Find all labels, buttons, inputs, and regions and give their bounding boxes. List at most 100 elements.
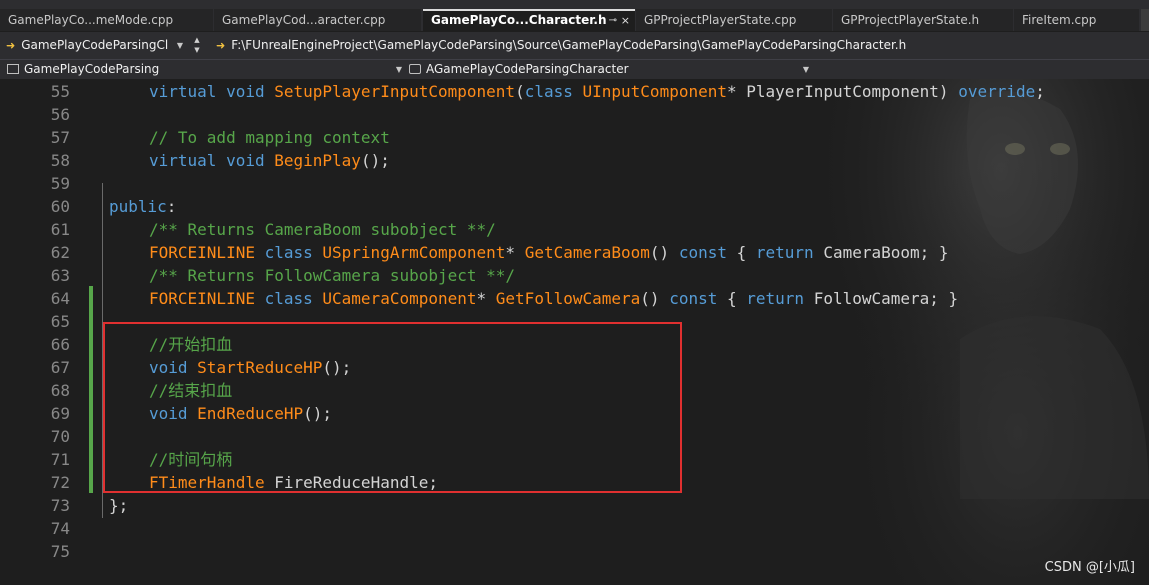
code-token: :: [166, 197, 177, 216]
code-token: ; }: [919, 243, 949, 262]
code-line[interactable]: 64 FORCEINLINE class UCameraComponent* Ge…: [0, 287, 1149, 310]
code-token: virtual: [149, 82, 227, 101]
project-icon: [7, 64, 19, 74]
chevron-down-icon: ▼: [802, 65, 809, 74]
tab-label: GamePlayCod...aracter.cpp: [222, 13, 386, 27]
tab-label: GPProjectPlayerState.h: [841, 13, 980, 27]
code-text: virtual void BeginPlay();: [149, 149, 390, 172]
project-scope-dropdown[interactable]: GamePlayCodeParsing ▼: [7, 60, 402, 79]
line-number: 58: [50, 151, 70, 170]
code-line[interactable]: 60 public:: [0, 195, 1149, 218]
chevron-down-icon: ▼: [395, 65, 402, 74]
arrow-right-icon: ➜: [6, 39, 16, 52]
code-text: /** Returns CameraBoom subobject **/: [149, 218, 496, 241]
code-token: ): [938, 82, 959, 101]
code-line[interactable]: 75: [0, 540, 1149, 563]
line-number: 65: [50, 312, 70, 331]
code-token: void: [226, 151, 275, 170]
code-line[interactable]: 56: [0, 103, 1149, 126]
code-token: return: [755, 243, 824, 262]
code-token: /** Returns CameraBoom subobject **/: [149, 220, 496, 239]
line-number: 57: [50, 128, 70, 147]
code-token: *: [505, 243, 525, 262]
close-icon[interactable]: ×: [621, 11, 630, 30]
file-path-label: F:\FUnrealEngineProject\GamePlayCodePars…: [231, 38, 907, 52]
project-dropdown-label: GamePlayCodeParsingCl: [21, 38, 169, 52]
code-token: USpringArmComponent: [322, 243, 506, 262]
chevron-down-icon: ▼: [176, 41, 183, 50]
line-number: 70: [50, 427, 70, 446]
code-token: CameraBoom: [823, 243, 920, 262]
code-line[interactable]: 58 virtual void BeginPlay();: [0, 149, 1149, 172]
code-line[interactable]: 73};: [0, 494, 1149, 517]
class-icon: [409, 64, 421, 74]
code-token: (: [515, 82, 525, 101]
tab-gamemode-cpp[interactable]: GamePlayCo...meMode.cpp: [0, 9, 213, 31]
code-token: SetupPlayerInputComponent: [274, 82, 516, 101]
code-token: (): [649, 243, 679, 262]
class-scope-dropdown[interactable]: AGamePlayCodeParsingCharacter ▼: [409, 60, 809, 79]
code-editor[interactable]: 55 virtual void SetupPlayerInputComponent…: [0, 79, 1149, 585]
code-line[interactable]: 74: [0, 517, 1149, 540]
navigation-bar: ➜ GamePlayCodeParsingCl ▼ ▲ ▼ ➜ F:\FUnrealE…: [0, 31, 1149, 59]
line-number: 74: [50, 519, 70, 538]
code-line[interactable]: 61 /** Returns CameraBoom subobject **/: [0, 218, 1149, 241]
line-number: 56: [50, 105, 70, 124]
code-text: FORCEINLINE class USpringArmComponent* G…: [149, 241, 949, 264]
line-number: 67: [50, 358, 70, 377]
code-token: (): [640, 289, 670, 308]
code-token: class: [264, 289, 323, 308]
code-text: FORCEINLINE class UCameraComponent* GetF…: [149, 287, 958, 310]
code-token: const: [669, 289, 727, 308]
tab-playerstate-h[interactable]: GPProjectPlayerState.h: [833, 9, 1013, 31]
code-line[interactable]: 59: [0, 172, 1149, 195]
project-scope-label: GamePlayCodeParsing: [24, 62, 160, 76]
code-token: PlayerInputComponent: [746, 82, 939, 101]
tab-playerstate-cpp[interactable]: GPProjectPlayerState.cpp: [636, 9, 832, 31]
code-text: // To add mapping context: [149, 126, 390, 149]
code-token: return: [746, 289, 814, 308]
watermark: CSDN @[小瓜]: [1044, 560, 1135, 575]
code-line[interactable]: 62 FORCEINLINE class USpringArmComponent*…: [0, 241, 1149, 264]
code-token: public: [109, 197, 167, 216]
tab-label: FireItem.cpp: [1022, 13, 1097, 27]
tab-label: GamePlayCo...Character.h: [431, 13, 607, 27]
code-line[interactable]: 63 /** Returns FollowCamera subobject **/: [0, 264, 1149, 287]
line-number: 64: [50, 289, 70, 308]
code-line[interactable]: 57 // To add mapping context: [0, 126, 1149, 149]
spin-arrows-icon[interactable]: ▲ ▼: [191, 35, 203, 56]
code-token: GetFollowCamera: [495, 289, 641, 308]
tab-character-cpp[interactable]: GamePlayCod...aracter.cpp: [214, 9, 421, 31]
tab-character-h[interactable]: GamePlayCo...Character.h ⊸ ×: [423, 9, 635, 31]
arrow-right-icon: ➜: [216, 39, 226, 52]
highlight-box: [103, 322, 682, 493]
code-text: };: [109, 494, 128, 517]
code-token: FollowCamera: [813, 289, 930, 308]
code-token: ;: [1035, 82, 1045, 101]
tab-overflow-button[interactable]: [1141, 9, 1149, 31]
line-number: 66: [50, 335, 70, 354]
code-token: ();: [360, 151, 390, 170]
code-token: {: [736, 243, 756, 262]
code-line[interactable]: 55 virtual void SetupPlayerInputComponent…: [0, 80, 1149, 103]
code-text: /** Returns FollowCamera subobject **/: [149, 264, 515, 287]
tab-fireitem-cpp[interactable]: FireItem.cpp: [1014, 9, 1139, 31]
tab-label: GamePlayCo...meMode.cpp: [8, 13, 174, 27]
code-token: BeginPlay: [274, 151, 361, 170]
code-token: UInputComponent: [582, 82, 728, 101]
file-path-dropdown[interactable]: ➜ F:\FUnrealEngineProject\GamePlayCodePar…: [216, 35, 1136, 56]
line-number: 62: [50, 243, 70, 262]
document-tab-strip: GamePlayCo...meMode.cpp GamePlayCod...ar…: [0, 0, 1149, 31]
project-dropdown[interactable]: ➜ GamePlayCodeParsingCl ▼: [6, 35, 187, 56]
line-number: 63: [50, 266, 70, 285]
code-token: /** Returns FollowCamera subobject **/: [149, 266, 516, 285]
code-token: class: [524, 82, 583, 101]
line-number: 69: [50, 404, 70, 423]
pin-icon[interactable]: ⊸: [609, 11, 617, 30]
line-number: 55: [50, 82, 70, 101]
scope-bar: GamePlayCodeParsing ▼ AGamePlayCodeParsi…: [0, 59, 1149, 79]
tab-label: GPProjectPlayerState.cpp: [644, 13, 797, 27]
code-text: public:: [109, 195, 176, 218]
code-token: void: [226, 82, 275, 101]
code-text: virtual void SetupPlayerInputComponent(c…: [149, 80, 1045, 103]
